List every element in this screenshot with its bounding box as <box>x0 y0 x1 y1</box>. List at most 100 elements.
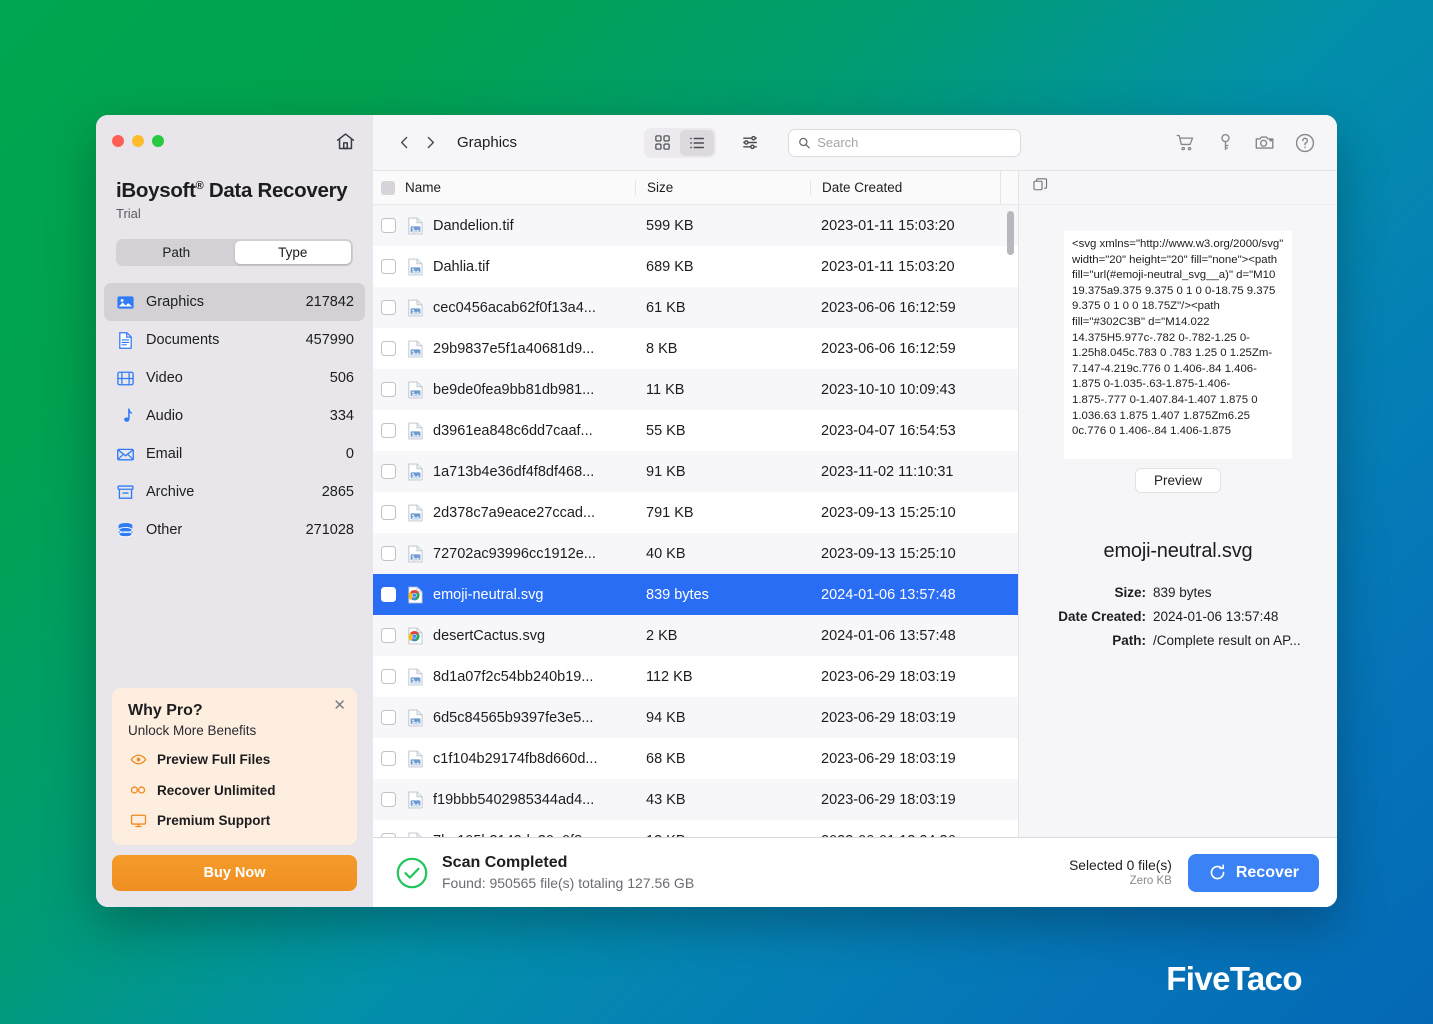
segment-type[interactable]: Type <box>234 241 351 264</box>
column-header-name[interactable]: Name <box>403 180 635 195</box>
envelope-icon <box>115 444 135 464</box>
buy-now-button[interactable]: Buy Now <box>112 855 357 891</box>
column-header-size[interactable]: Size <box>635 180 810 195</box>
select-all-checkbox[interactable] <box>373 180 403 195</box>
table-row[interactable]: c1f104b29174fb8d660d... 68 KB 2023-06-29 1… <box>373 738 1018 779</box>
vertical-scrollbar[interactable] <box>1007 211 1014 255</box>
minimize-window-button[interactable] <box>132 135 144 147</box>
help-icon[interactable] <box>1293 131 1317 155</box>
key-icon[interactable] <box>1213 131 1237 155</box>
preview-meta-row: Path: /Complete result on AP... <box>1029 633 1323 648</box>
promo-benefit: Premium Support <box>128 812 341 829</box>
table-row[interactable]: f19bbb5402985344ad4... 43 KB 2023-06-29 18… <box>373 779 1018 820</box>
titlebar <box>96 115 373 167</box>
search-icon <box>798 137 810 148</box>
table-row[interactable]: 1a713b4e36df4f8df468... 91 KB 2023-11-02 1… <box>373 451 1018 492</box>
table-row[interactable]: 72702ac93996cc1912e... 40 KB 2023-09-13 15… <box>373 533 1018 574</box>
cell-date: 2023-06-29 18:03:19 <box>821 668 956 685</box>
image-file-icon <box>403 299 428 317</box>
table-row[interactable]: cec0456acab62f0f13a4... 61 KB 2023-06-06 1… <box>373 287 1018 328</box>
row-checkbox[interactable] <box>373 300 403 315</box>
table-row[interactable]: d3961ea848c6dd7caaf... 55 KB 2023-04-07 16… <box>373 410 1018 451</box>
sliders-filter-icon[interactable] <box>738 130 764 156</box>
cart-icon[interactable] <box>1173 131 1197 155</box>
table-row[interactable]: emoji-neutral.svg 839 bytes 2024-01-06 13:… <box>373 574 1018 615</box>
table-row[interactable]: 29b9837e5f1a40681d9... 8 KB 2023-06-06 16:… <box>373 328 1018 369</box>
table-row[interactable]: 8d1a07f2c54bb240b19... 112 KB 2023-06-29 1… <box>373 656 1018 697</box>
grid-view-icon[interactable] <box>646 130 680 156</box>
table-row[interactable]: Dandelion.tif 599 KB 2023-01-11 15:03:20 <box>373 205 1018 246</box>
camera-icon[interactable] <box>1253 131 1277 155</box>
row-checkbox[interactable] <box>373 464 403 479</box>
breadcrumb[interactable]: Graphics <box>457 134 517 151</box>
list-view-icon[interactable] <box>679 129 714 156</box>
chrome-file-icon <box>403 586 428 604</box>
chrome-file-icon <box>403 627 428 645</box>
file-type-list: Graphics 217842 Documents 457990 Video 506 Aud… <box>96 283 373 549</box>
sidebar-item-graphics[interactable]: Graphics 217842 <box>104 283 365 321</box>
preview-pane: <svg xmlns="http://www.w3.org/2000/svg" … <box>1019 171 1337 907</box>
row-checkbox[interactable] <box>373 423 403 438</box>
row-checkbox[interactable] <box>373 505 403 520</box>
sidebar-item-label: Audio <box>146 408 184 424</box>
row-checkbox[interactable] <box>373 382 403 397</box>
status-bar: Scan Completed Found: 950565 file(s) tot… <box>373 837 1337 907</box>
table-row[interactable]: desertCactus.svg 2 KB 2024-01-06 13:57:48 <box>373 615 1018 656</box>
row-checkbox[interactable] <box>373 751 403 766</box>
column-header-date[interactable]: Date Created <box>810 180 1000 195</box>
view-mode-toggle[interactable] <box>643 127 716 158</box>
row-checkbox[interactable] <box>373 628 403 643</box>
row-checkbox[interactable] <box>373 669 403 684</box>
row-checkbox[interactable] <box>373 792 403 807</box>
row-checkbox[interactable] <box>373 546 403 561</box>
row-checkbox[interactable] <box>373 587 403 602</box>
recover-button[interactable]: Recover <box>1187 853 1319 892</box>
sidebar-item-email[interactable]: Email 0 <box>104 435 365 473</box>
table-row[interactable]: be9de0fea9bb81db981... 11 KB 2023-10-10 10… <box>373 369 1018 410</box>
cell-size: 68 KB <box>646 750 686 767</box>
sidebar-item-video[interactable]: Video 506 <box>104 359 365 397</box>
cell-size: 55 KB <box>646 422 686 439</box>
sidebar-item-audio[interactable]: Audio 334 <box>104 397 365 435</box>
toolbar-center <box>517 127 1147 158</box>
promo-benefit-label: Preview Full Files <box>157 752 271 767</box>
cell-name: 29b9837e5f1a40681d9... <box>433 340 595 357</box>
windows-stack-icon[interactable] <box>1032 177 1049 199</box>
preview-button[interactable]: Preview <box>1134 468 1221 493</box>
selection-summary: Selected 0 file(s) Zero KB <box>1069 858 1172 887</box>
table-row[interactable]: 6d5c84565b9397fe3e5... 94 KB 2023-06-29 18… <box>373 697 1018 738</box>
chevron-right-icon[interactable] <box>417 130 443 156</box>
page-title: iBoysoft® Data Recovery <box>116 179 353 203</box>
document-icon <box>115 330 135 350</box>
sidebar-item-documents[interactable]: Documents 457990 <box>104 321 365 359</box>
sidebar-item-archive[interactable]: Archive 2865 <box>104 473 365 511</box>
cell-size: 689 KB <box>646 258 694 275</box>
row-checkbox[interactable] <box>373 218 403 233</box>
row-checkbox[interactable] <box>373 259 403 274</box>
table-row[interactable]: Dahlia.tif 689 KB 2023-01-11 15:03:20 <box>373 246 1018 287</box>
file-rows-scroll: Dandelion.tif 599 KB 2023-01-11 15:03:20 Da… <box>373 205 1018 907</box>
row-checkbox[interactable] <box>373 341 403 356</box>
scan-subtitle: Found: 950565 file(s) totaling 127.56 GB <box>442 875 695 891</box>
selected-size: Zero KB <box>1129 875 1172 887</box>
chevron-left-icon[interactable] <box>391 130 417 156</box>
cell-name: 8d1a07f2c54bb240b19... <box>433 668 594 685</box>
sidebar-item-other[interactable]: Other 271028 <box>104 511 365 549</box>
search-input[interactable] <box>817 135 1011 150</box>
close-icon[interactable]: ✕ <box>333 698 346 713</box>
segment-path[interactable]: Path <box>118 241 235 264</box>
cell-date: 2023-06-06 16:12:59 <box>821 299 956 316</box>
promo-subtitle: Unlock More Benefits <box>128 723 257 738</box>
maximize-window-button[interactable] <box>152 135 164 147</box>
sidebar-item-count: 271028 <box>305 522 354 538</box>
close-window-button[interactable] <box>112 135 124 147</box>
path-type-segmented-control[interactable]: Path Type <box>116 239 353 266</box>
home-icon[interactable] <box>333 129 357 153</box>
image-file-icon <box>403 791 428 809</box>
row-checkbox[interactable] <box>373 710 403 725</box>
sidebar-item-count: 2865 <box>321 484 354 500</box>
brand-block: iBoysoft® Data Recovery Trial <box>96 167 373 221</box>
table-row[interactable]: 2d378c7a9eace27ccad... 791 KB 2023-09-13 1… <box>373 492 1018 533</box>
search-box[interactable] <box>787 128 1021 157</box>
promo-benefit-label: Premium Support <box>157 813 271 828</box>
